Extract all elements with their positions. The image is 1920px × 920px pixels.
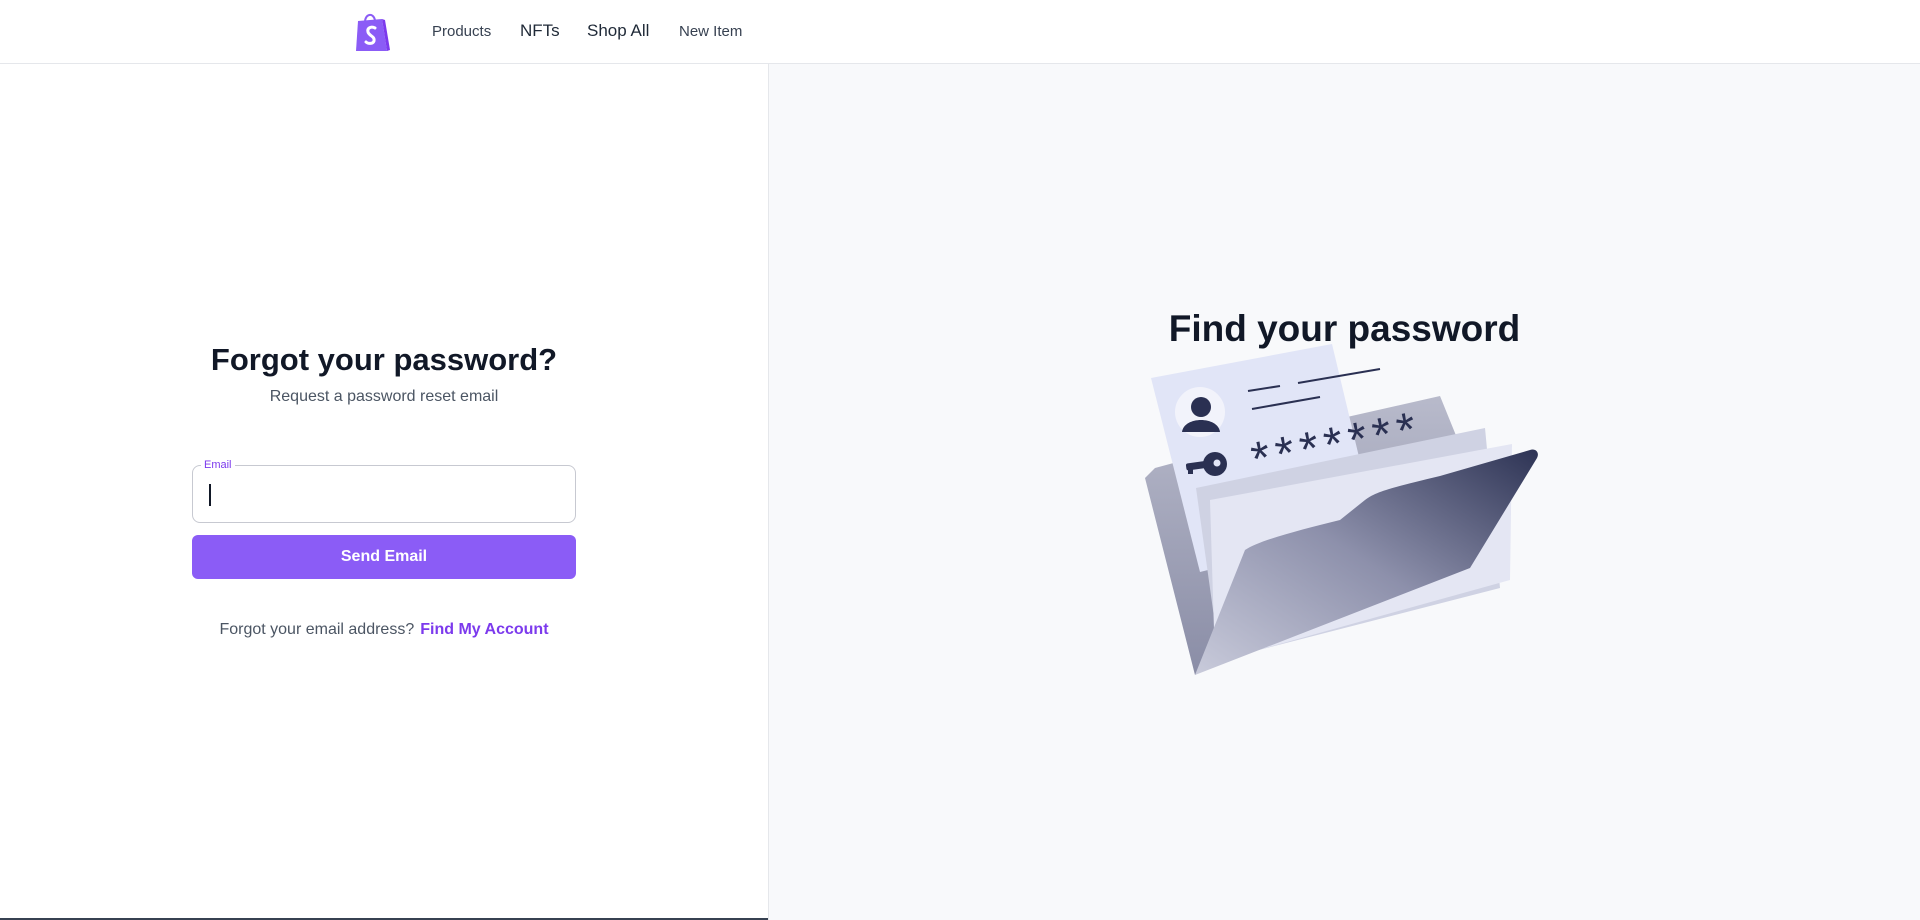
email-input[interactable] [207, 480, 557, 510]
find-my-account-link[interactable]: Find My Account [420, 621, 548, 638]
email-field[interactable]: Email [192, 458, 576, 523]
find-account-prompt-text: Forgot your email address? [219, 621, 415, 638]
shopping-bag-icon[interactable] [352, 11, 390, 53]
send-email-button[interactable]: Send Email [192, 535, 576, 579]
page-subtitle: Request a password reset email [269, 388, 499, 405]
top-navigation-bar: Products NFTs Shop All New Item [0, 0, 1920, 64]
email-field-label: Email [201, 458, 235, 472]
nav-link-products[interactable]: Products [432, 22, 491, 42]
nav-link-new-item[interactable]: New Item [679, 22, 742, 42]
page-title: Forgot your password? [210, 342, 558, 377]
user-avatar-icon [1175, 387, 1225, 437]
find-account-prompt: Forgot your email address? Find My Accoun… [0, 621, 768, 639]
password-folder-illustration: ******* [1145, 344, 1538, 675]
nav-link-nfts[interactable]: NFTs [520, 21, 560, 41]
text-caret [209, 484, 211, 506]
nav-link-shop-all[interactable]: Shop All [587, 21, 649, 41]
